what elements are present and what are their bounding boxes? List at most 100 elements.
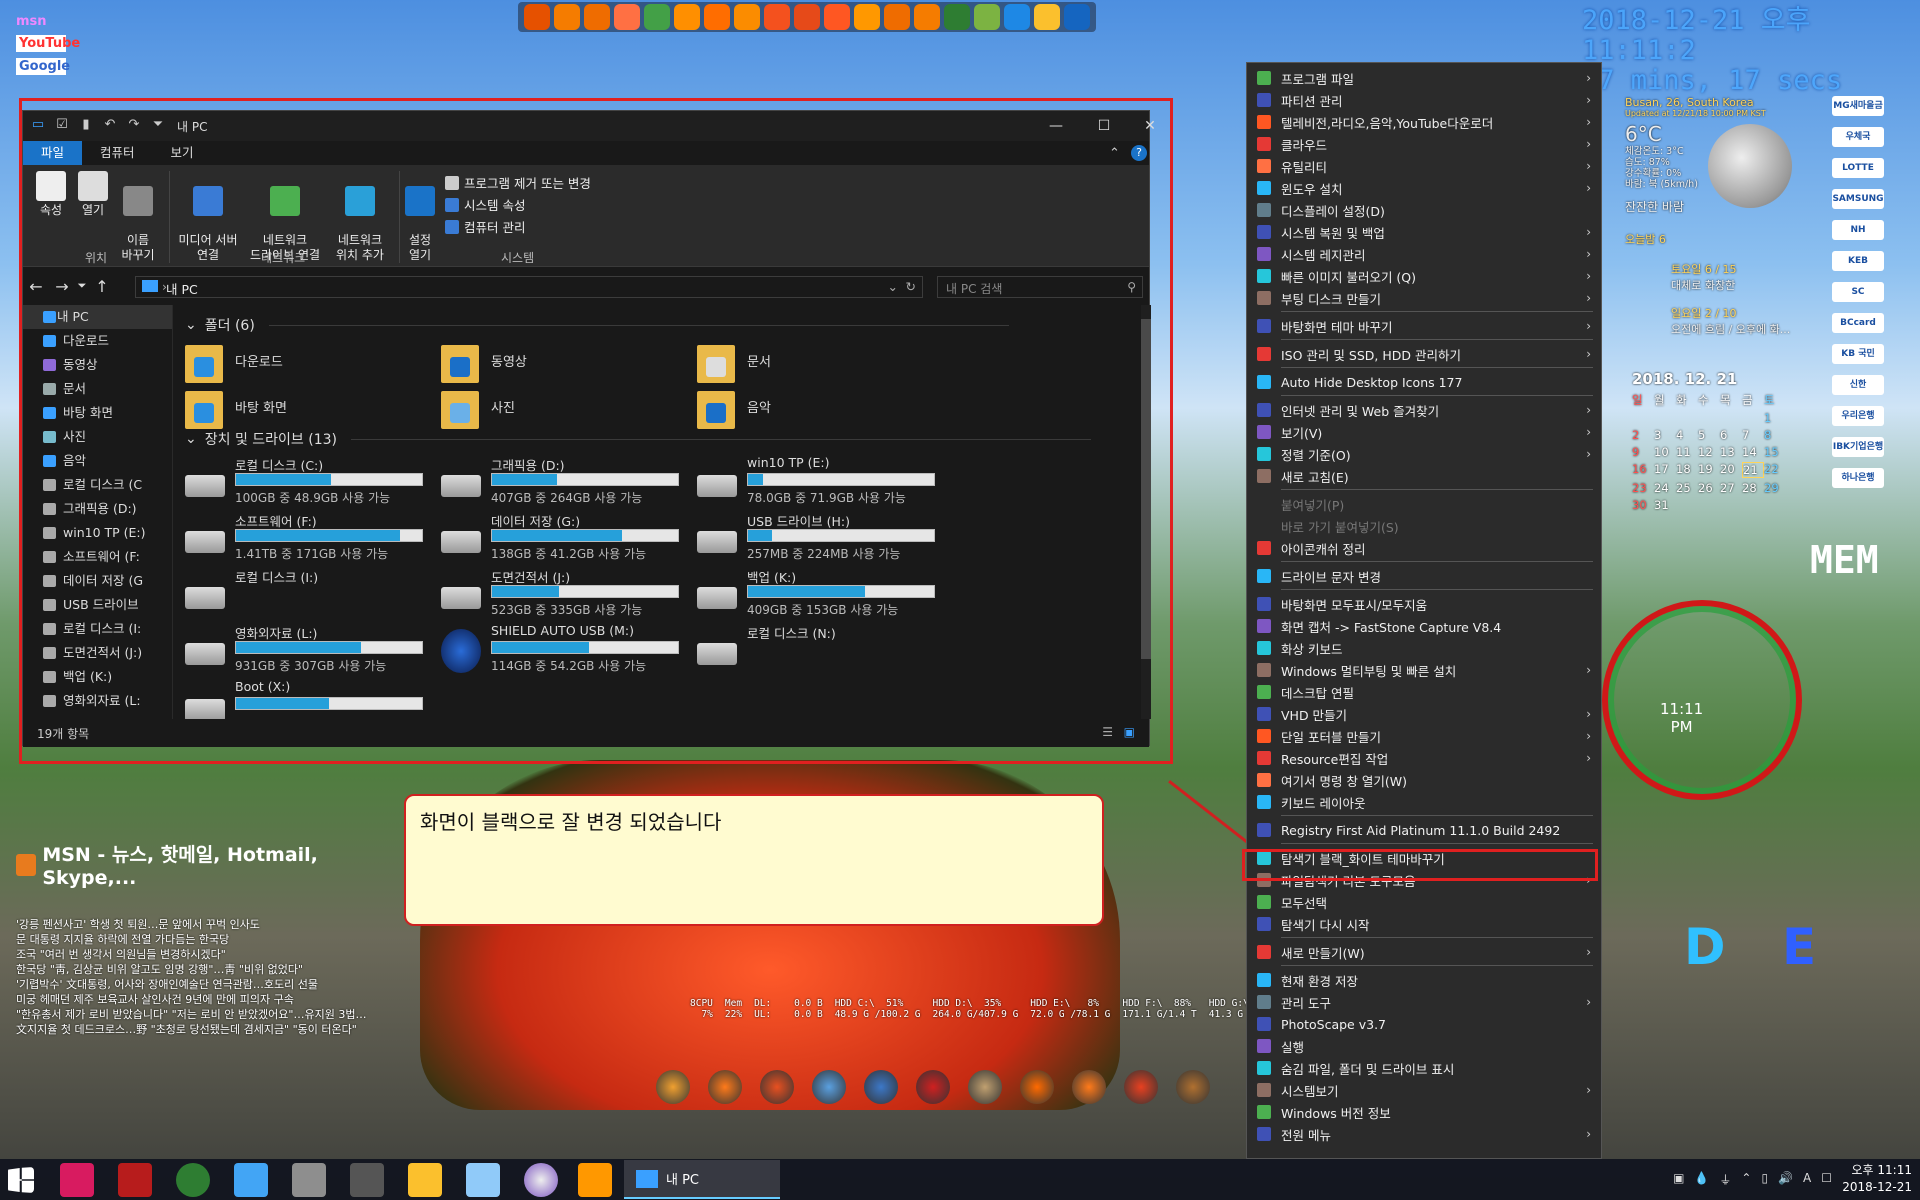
menu-item[interactable]: 키보드 레이아웃 <box>1247 791 1603 813</box>
calendar-day[interactable]: 19 <box>1698 462 1720 478</box>
launcher-firefox-icon-1[interactable] <box>554 4 580 30</box>
calendar-day[interactable]: 17 <box>1654 462 1676 478</box>
dock-app-icon[interactable] <box>1176 1070 1210 1104</box>
menu-item[interactable]: 부팅 디스크 만들기 › <box>1247 287 1603 309</box>
tools-icon[interactable] <box>234 1163 268 1197</box>
menu-item[interactable]: 시스템 레지관리 › <box>1247 243 1603 265</box>
menu-item[interactable]: 관리 도구 › <box>1247 991 1603 1013</box>
menu-item[interactable]: Auto Hide Desktop Icons 177 <box>1247 371 1603 393</box>
bank-shortcut[interactable]: LOTTE CARD <box>1832 158 1884 178</box>
news-headline[interactable]: 조국 "여러 번 생각서 의원님들 변경하시겠다" <box>16 947 390 962</box>
calendar-day[interactable]: 28 <box>1742 481 1764 495</box>
menu-item[interactable]: 화상 키보드 <box>1247 637 1603 659</box>
calendar-day[interactable]: 27 <box>1720 481 1742 495</box>
dock-app-icon[interactable] <box>812 1070 846 1104</box>
calendar-day[interactable]: 13 <box>1720 445 1742 459</box>
calendar-day[interactable]: 15 <box>1764 445 1786 459</box>
calendar-day[interactable]: 16 <box>1632 462 1654 478</box>
calendar-day[interactable]: 10 <box>1654 445 1676 459</box>
dock-app-icon[interactable] <box>968 1070 1002 1104</box>
chevron-up-icon[interactable]: ⌃ <box>1741 1171 1751 1188</box>
launcher-firefox-icon-5[interactable] <box>674 4 700 30</box>
menu-item[interactable]: 바탕화면 모두표시/모두지움 <box>1247 593 1603 615</box>
news-headline[interactable]: 文지지율 첫 데드크로스…野 "초청로 당선됐는데 겸세지금" "동이 터온다" <box>16 1022 390 1037</box>
menu-item[interactable]: 데스크탑 연필 <box>1247 681 1603 703</box>
volume-icon[interactable]: 🔊 <box>1778 1171 1793 1188</box>
launcher-window-icon-16[interactable] <box>1004 4 1030 30</box>
menu-item[interactable]: 드라이브 문자 변경 <box>1247 565 1603 587</box>
menu-item[interactable]: 클라우드 › <box>1247 133 1603 155</box>
calendar-day[interactable]: 1 <box>1764 411 1786 425</box>
calendar-day[interactable]: 8 <box>1764 428 1786 442</box>
calendar-day-today[interactable]: 21 <box>1742 462 1764 478</box>
calendar-day[interactable]: 3 <box>1654 428 1676 442</box>
dock-app-icon[interactable] <box>1020 1070 1054 1104</box>
launcher-firefox-icon-0[interactable] <box>524 4 550 30</box>
calendar-day[interactable]: 7 <box>1742 428 1764 442</box>
dock-app-icon[interactable] <box>760 1070 794 1104</box>
dvd-icon[interactable] <box>524 1163 558 1197</box>
menu-item[interactable]: 시스템보기 › <box>1247 1079 1603 1101</box>
package-icon[interactable] <box>578 1163 612 1197</box>
launcher-firefox-icon-3[interactable] <box>614 4 640 30</box>
drop-icon[interactable]: 💧 <box>1694 1171 1709 1188</box>
bank-shortcut[interactable]: IBK기업은행 <box>1832 437 1884 457</box>
launcher-calendar-icon-18[interactable] <box>1064 4 1090 30</box>
menu-item[interactable]: Windows 버전 정보 <box>1247 1101 1603 1123</box>
menu-item[interactable]: 단일 포터블 만들기 › <box>1247 725 1603 747</box>
launcher-chrome-icon-4[interactable] <box>644 4 670 30</box>
calendar-day[interactable]: 11 <box>1676 445 1698 459</box>
battery-icon[interactable]: ▯ <box>1761 1171 1768 1188</box>
bank-shortcut[interactable]: 하나은행 <box>1832 468 1884 488</box>
calendar-day[interactable]: 12 <box>1698 445 1720 459</box>
news-title-row[interactable]: MSN - 뉴스, 핫메일, Hotmail, Skype,... <box>16 840 390 889</box>
calendar-day[interactable] <box>1742 411 1764 425</box>
menu-item[interactable]: 텔레비전,라디오,음악,YouTube다운로더 › <box>1247 111 1603 133</box>
windows-start-icon[interactable] <box>8 1167 34 1193</box>
calendar-day[interactable]: 26 <box>1698 481 1720 495</box>
bank-shortcut[interactable]: KB 국민 <box>1832 344 1884 364</box>
launcher-search-icon-15[interactable] <box>974 4 1000 30</box>
news-headline[interactable]: 한국당 "靑, 김상균 비위 알고도 임명 강행"…靑 "비위 없었다" <box>16 962 390 977</box>
bank-shortcut[interactable]: SC <box>1832 282 1884 302</box>
launcher-firefox-icon-7[interactable] <box>734 4 760 30</box>
calendar-day[interactable]: 18 <box>1676 462 1698 478</box>
calendar-day[interactable]: 9 <box>1632 445 1654 459</box>
calendar-day[interactable]: 24 <box>1654 481 1676 495</box>
news-headline[interactable]: '기렵박수' 文대통령, 어사와 장애인예술단 연극관람…호도리 선물 <box>16 977 390 992</box>
calendar-day[interactable]: 14 <box>1742 445 1764 459</box>
dock-app-icon[interactable] <box>916 1070 950 1104</box>
menu-item[interactable]: 바탕화면 테마 바꾸기 › <box>1247 315 1603 337</box>
calendar-day[interactable]: 5 <box>1698 428 1720 442</box>
bank-shortcut[interactable]: BCcard <box>1832 313 1884 333</box>
launcher-firefox-icon-11[interactable] <box>854 4 880 30</box>
msn-link[interactable]: msn <box>16 14 76 29</box>
news-headline[interactable]: 문 대통령 지지율 하락에 전열 가다듬는 한국당 <box>16 932 390 947</box>
launcher-pencil-icon-17[interactable] <box>1034 4 1060 30</box>
dock-app-icon[interactable] <box>864 1070 898 1104</box>
launcher-refresh-icon-14[interactable] <box>944 4 970 30</box>
presentation-icon[interactable] <box>60 1163 94 1197</box>
usb-tray-icon[interactable]: ⏚ <box>1719 1171 1731 1188</box>
menu-item[interactable]: 현재 환경 저장 <box>1247 969 1603 991</box>
menu-item[interactable]: 빠른 이미지 불러오기 (Q) › <box>1247 265 1603 287</box>
menu-item[interactable]: 정렬 기준(O) › <box>1247 443 1603 465</box>
cd-case-icon[interactable] <box>408 1163 442 1197</box>
launcher-firefox-icon-13[interactable] <box>914 4 940 30</box>
menu-item[interactable]: 여기서 명령 창 열기(W) <box>1247 769 1603 791</box>
launcher-firefox-icon-12[interactable] <box>884 4 910 30</box>
menu-item[interactable]: ISO 관리 및 SSD, HDD 관리하기 › <box>1247 343 1603 365</box>
calendar-day[interactable] <box>1632 411 1654 425</box>
menu-item[interactable]: 탐색기 다시 시작 <box>1247 913 1603 935</box>
news-headline[interactable]: "한유총서 제가 로비 받았습니다" "저는 로비 안 받았겠어요"…유지원 3… <box>16 1007 390 1022</box>
bank-shortcut[interactable]: MG새마을금고 <box>1832 96 1884 116</box>
bank-shortcut[interactable]: 신한 <box>1832 375 1884 395</box>
calendar-day[interactable]: 20 <box>1720 462 1742 478</box>
calendar-day[interactable]: 4 <box>1676 428 1698 442</box>
menu-item[interactable]: Windows 멀티부팅 및 빠른 설치 › <box>1247 659 1603 681</box>
calendar-day[interactable]: 6 <box>1720 428 1742 442</box>
menu-item[interactable]: 전원 메뉴 › <box>1247 1123 1603 1145</box>
clover-icon[interactable] <box>176 1163 210 1197</box>
floppy-icon[interactable] <box>118 1163 152 1197</box>
menu-item[interactable]: 유틸리티 › <box>1247 155 1603 177</box>
